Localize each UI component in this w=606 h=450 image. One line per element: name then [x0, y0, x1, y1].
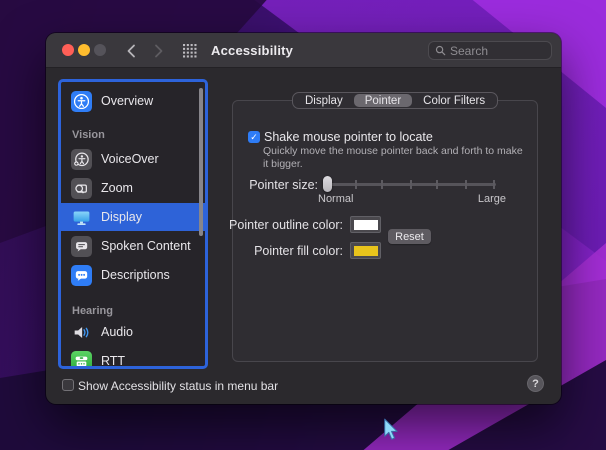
minimize-button[interactable]: [78, 44, 90, 56]
pointer-outline-color-well[interactable]: [350, 216, 381, 233]
show-all-preferences-button[interactable]: [181, 43, 199, 59]
slider-tick: [410, 179, 412, 189]
sidebar-item-label: RTT: [101, 354, 126, 368]
accessibility-window: Accessibility Search Overview Vision Voi…: [46, 33, 561, 404]
tab-display[interactable]: Display: [294, 94, 354, 107]
search-input[interactable]: Search: [428, 41, 552, 60]
sidebar-item-label: Audio: [101, 325, 133, 339]
zoom-icon: [71, 177, 92, 199]
titlebar: Accessibility Search: [46, 33, 561, 68]
sidebar-section-vision: Vision: [72, 129, 105, 141]
tab-pointer[interactable]: Pointer: [353, 94, 413, 107]
pointer-fill-color-label: Pointer fill color:: [254, 244, 343, 258]
sidebar-item-audio[interactable]: Audio: [61, 318, 205, 346]
sidebar-item-display[interactable]: Display: [61, 203, 205, 231]
window-title: Accessibility: [211, 43, 294, 58]
sidebar-item-label: Descriptions: [101, 268, 170, 282]
descriptions-icon: [71, 264, 92, 286]
pointer-size-slider[interactable]: [323, 176, 496, 192]
check-icon: ✓: [250, 131, 258, 142]
sidebar-item-label: Display: [101, 210, 142, 224]
sidebar-item-zoom[interactable]: Zoom: [61, 174, 205, 202]
search-placeholder: Search: [450, 43, 489, 58]
audio-icon: [74, 326, 89, 338]
sidebar-item-label: Zoom: [101, 181, 133, 195]
slider-tick: [465, 179, 467, 189]
reset-button[interactable]: Reset: [388, 229, 431, 244]
sidebar-item-label: VoiceOver: [101, 152, 159, 166]
chevron-right-icon: [155, 44, 163, 58]
tab-bar: Display Pointer Color Filters: [292, 92, 499, 109]
voiceover-icon: [71, 148, 92, 170]
grid-icon: [183, 44, 197, 58]
sidebar-item-overview[interactable]: Overview: [61, 87, 205, 115]
chevron-left-icon: [127, 44, 135, 58]
help-button[interactable]: ?: [527, 375, 544, 392]
sidebar-item-descriptions[interactable]: Descriptions: [61, 261, 205, 289]
outline-color-swatch: [353, 219, 378, 230]
sidebar-scrollbar[interactable]: [199, 88, 203, 236]
tab-color-filters[interactable]: Color Filters: [412, 94, 496, 107]
slider-tick: [493, 179, 495, 189]
accessibility-overview-icon: [71, 90, 92, 112]
slider-tick: [381, 179, 383, 189]
pointer-outline-color-label: Pointer outline color:: [229, 218, 343, 232]
sidebar-section-hearing: Hearing: [72, 305, 113, 317]
display-icon: [73, 211, 90, 225]
sidebar: Overview Vision VoiceOver Zoom Display S…: [58, 79, 208, 369]
sidebar-item-label: Spoken Content: [101, 239, 191, 253]
sidebar-item-rtt[interactable]: RTT: [61, 347, 205, 368]
pointer-size-min-label: Normal: [318, 193, 354, 205]
pointer-size-label: Pointer size:: [249, 178, 318, 192]
sidebar-item-label: Overview: [101, 94, 154, 108]
rtt-icon: [71, 350, 92, 366]
sidebar-item-spoken-content[interactable]: Spoken Content: [61, 232, 205, 260]
spoken-content-icon: [71, 235, 92, 257]
forward-button[interactable]: [150, 42, 168, 60]
search-icon: [435, 45, 446, 56]
zoom-window-button[interactable]: [94, 44, 106, 56]
pointer-size-max-label: Large: [477, 193, 506, 205]
fill-color-swatch: [353, 245, 378, 256]
shake-pointer-checkbox[interactable]: ✓: [248, 131, 260, 143]
slider-knob[interactable]: [323, 176, 332, 192]
mouse-cursor: [384, 418, 398, 440]
slider-tick: [436, 179, 438, 189]
show-status-label: Show Accessibility status in menu bar: [78, 379, 279, 393]
back-button[interactable]: [122, 42, 140, 60]
close-button[interactable]: [62, 44, 74, 56]
shake-pointer-label: Shake mouse pointer to locate: [264, 130, 433, 144]
desktop-wallpaper: Accessibility Search Overview Vision Voi…: [0, 0, 606, 450]
sidebar-item-voiceover[interactable]: VoiceOver: [61, 145, 205, 173]
slider-tick: [355, 179, 357, 189]
shake-pointer-description: Quickly move the mouse pointer back and …: [263, 145, 523, 170]
pointer-fill-color-well[interactable]: [350, 242, 381, 259]
show-status-checkbox[interactable]: [62, 379, 74, 391]
